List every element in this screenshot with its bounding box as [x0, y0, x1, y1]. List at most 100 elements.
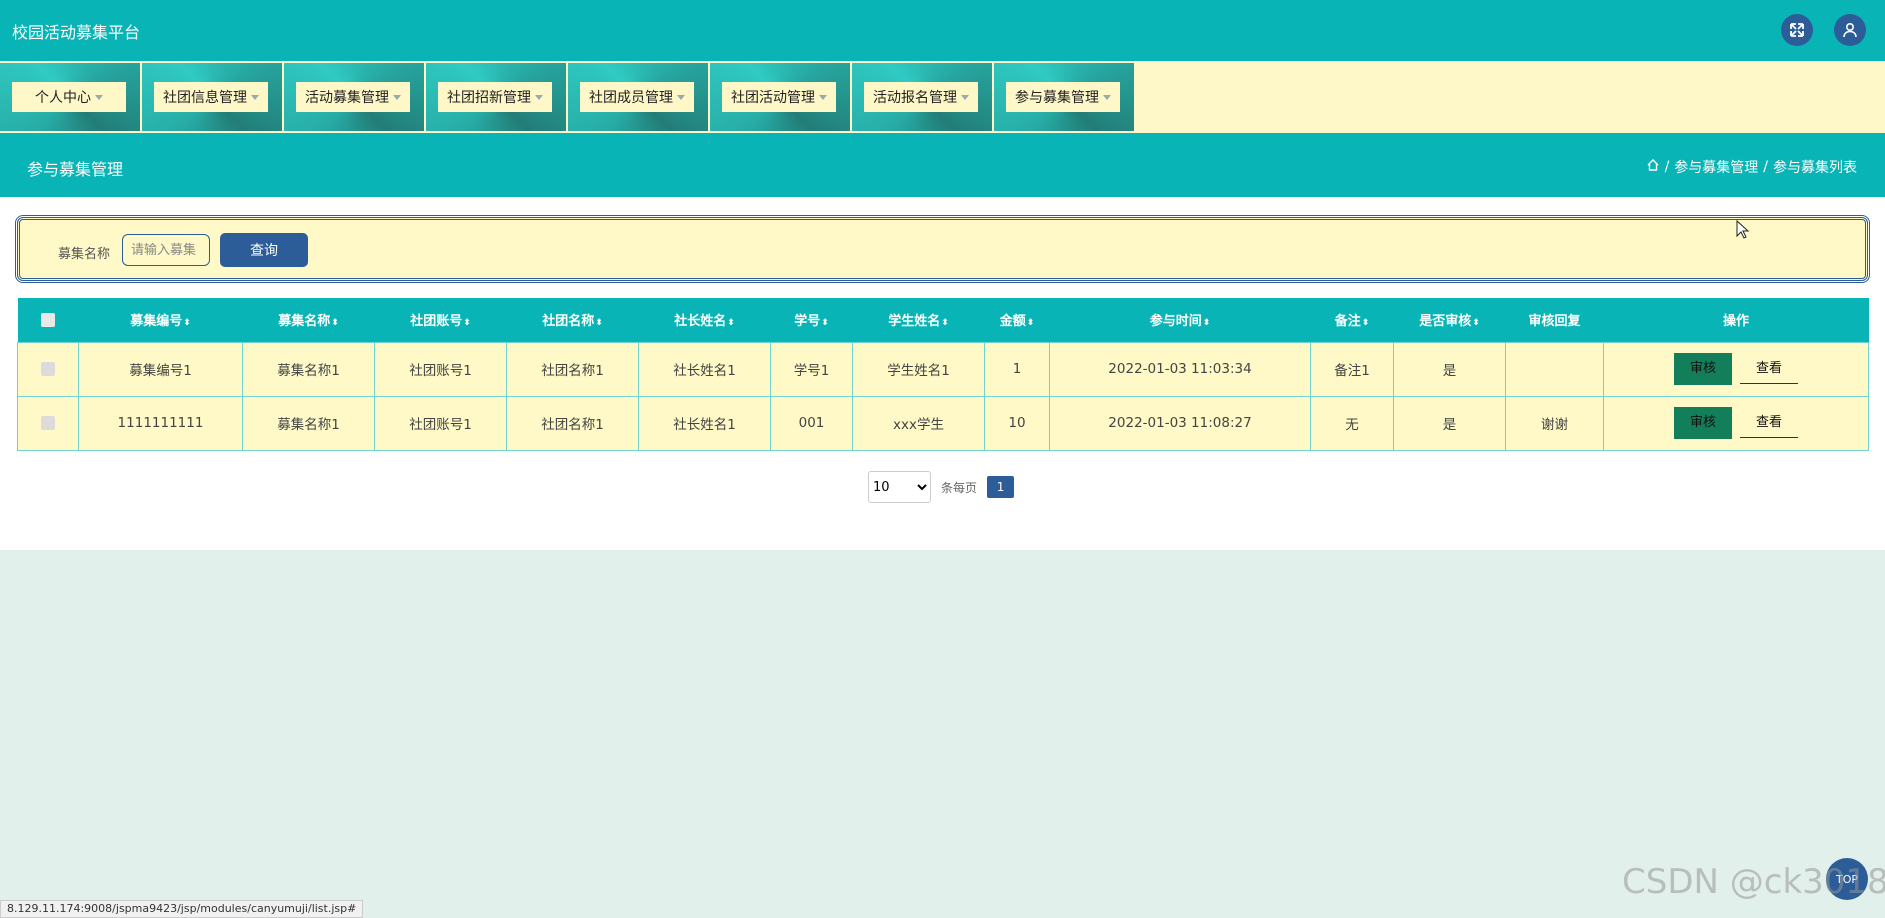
sort-icon: ⬍	[821, 318, 829, 329]
nav-item-club-activities[interactable]: 社团活动管理	[710, 63, 850, 131]
caret-down-icon	[1103, 94, 1111, 100]
nav-item-activity-fundraising[interactable]: 活动募集管理	[284, 63, 424, 131]
cell: 社团账号1	[374, 395, 507, 451]
cell: 备注1	[1310, 341, 1394, 397]
column-header[interactable]: 社长姓名⬍	[639, 298, 771, 342]
cell: xxx学生	[852, 395, 985, 451]
cell: 募集名称1	[242, 341, 375, 397]
view-button[interactable]: 查看	[1740, 354, 1798, 384]
cell: 10	[984, 395, 1050, 451]
sort-icon: ⬍	[727, 318, 735, 329]
nav-item-personal-center[interactable]: 个人中心	[0, 63, 140, 131]
cell: 是	[1393, 341, 1506, 397]
pagination: 10 条每页 1	[868, 471, 1015, 503]
cell: 学生姓名1	[852, 341, 985, 397]
sort-icon: ⬍	[1026, 318, 1035, 329]
caret-down-icon	[95, 94, 103, 100]
table-row: 募集编号1 募集名称1 社团账号1 社团名称1 社长姓名1 学号1 学生姓名1 …	[17, 341, 1869, 397]
actions-cell: 审核 查看	[1603, 341, 1869, 397]
page-size-select[interactable]: 10	[868, 471, 931, 503]
page-number[interactable]: 1	[987, 476, 1015, 498]
nav-label: 社团成员管理	[589, 90, 673, 106]
caret-down-icon	[961, 94, 969, 100]
breadcrumb-separator: /	[1763, 159, 1768, 175]
breadcrumb-section[interactable]: 参与募集管理	[1674, 157, 1758, 177]
cell	[1505, 341, 1604, 397]
nav-item-club-recruit[interactable]: 社团招新管理	[426, 63, 566, 131]
nav-item-club-info[interactable]: 社团信息管理	[142, 63, 282, 131]
column-header[interactable]: 学号⬍	[771, 298, 853, 342]
column-header: 操作	[1722, 314, 1749, 330]
cell: 1111111111	[78, 395, 243, 451]
sort-icon: ⬍	[331, 318, 339, 329]
nav-label: 个人中心	[35, 90, 91, 106]
column-header[interactable]: 募集名称⬍	[243, 298, 375, 342]
row-checkbox[interactable]	[41, 362, 55, 376]
page-header: 参与募集管理 / 参与募集管理 / 参与募集列表	[0, 133, 1885, 197]
caret-down-icon	[677, 94, 685, 100]
nav-label: 社团招新管理	[447, 90, 531, 106]
mouse-cursor-icon	[1736, 219, 1750, 244]
column-header[interactable]: 备注⬍	[1311, 298, 1394, 342]
nav-item-fundraising-participation[interactable]: 参与募集管理	[994, 63, 1134, 131]
caret-down-icon	[535, 94, 543, 100]
breadcrumb-separator: /	[1664, 159, 1670, 175]
caret-down-icon	[819, 94, 827, 100]
top-header: 校园活动募集平台	[0, 0, 1885, 61]
sort-icon: ⬍	[183, 318, 191, 329]
fullscreen-icon[interactable]	[1781, 14, 1813, 46]
nav-label: 参与募集管理	[1015, 90, 1099, 106]
caret-down-icon	[251, 94, 259, 100]
search-input[interactable]	[122, 234, 210, 266]
nav-label: 活动报名管理	[873, 90, 957, 106]
nav-item-club-members[interactable]: 社团成员管理	[568, 63, 708, 131]
nav-label: 社团信息管理	[163, 90, 247, 106]
content-panel: 募集名称 查询 募集编号⬍ 募集名称⬍ 社团账号⬍ 社团名称⬍ 社长姓名⬍ 学号…	[0, 197, 1885, 550]
view-button[interactable]: 查看	[1740, 408, 1798, 438]
actions-cell: 审核 查看	[1603, 395, 1869, 451]
column-header[interactable]: 金额⬍	[985, 298, 1050, 342]
caret-down-icon	[393, 94, 401, 100]
cell: 社团账号1	[374, 341, 507, 397]
page-title: 参与募集管理	[27, 160, 124, 179]
cell: 2022-01-03 11:08:27	[1049, 395, 1311, 451]
cell: 社团名称1	[506, 395, 639, 451]
audit-button[interactable]: 审核	[1674, 407, 1732, 439]
table-header-row: 募集编号⬍ 募集名称⬍ 社团账号⬍ 社团名称⬍ 社长姓名⬍ 学号⬍ 学生姓名⬍ …	[17, 298, 1869, 342]
cell: 社长姓名1	[638, 395, 771, 451]
cell: 社团名称1	[506, 341, 639, 397]
sort-icon: ⬍	[1472, 318, 1480, 329]
column-header[interactable]: 社团账号⬍	[375, 298, 507, 342]
select-all-checkbox[interactable]	[41, 312, 55, 327]
status-url: 8.129.11.174:9008/jspma9423/jsp/modules/…	[0, 900, 364, 918]
cell: 无	[1310, 395, 1394, 451]
nav-label: 活动募集管理	[305, 90, 389, 106]
sort-icon: ⬍	[1202, 318, 1211, 329]
column-header[interactable]: 募集编号⬍	[79, 298, 243, 342]
cell: 谢谢	[1505, 395, 1604, 451]
column-header[interactable]: 学生姓名⬍	[853, 298, 985, 342]
search-form: 募集名称 查询	[15, 215, 1870, 283]
cell: 学号1	[770, 341, 853, 397]
per-page-label: 条每页	[941, 480, 978, 495]
nav-label: 社团活动管理	[731, 90, 815, 106]
search-button[interactable]: 查询	[220, 233, 308, 267]
column-header[interactable]: 参与时间⬍	[1050, 298, 1311, 342]
user-icon[interactable]	[1834, 14, 1866, 46]
cell: 募集编号1	[78, 341, 243, 397]
audit-button[interactable]: 审核	[1674, 353, 1732, 385]
cell: 001	[770, 395, 853, 451]
row-checkbox[interactable]	[41, 416, 55, 430]
sort-icon: ⬍	[595, 318, 603, 329]
cell: 募集名称1	[242, 395, 375, 451]
nav-item-activity-signup[interactable]: 活动报名管理	[852, 63, 992, 131]
sort-icon: ⬍	[1361, 318, 1370, 329]
app-title: 校园活动募集平台	[12, 23, 141, 42]
cell: 是	[1393, 395, 1506, 451]
column-header[interactable]: 是否审核⬍	[1394, 298, 1506, 342]
main-nav: 个人中心 社团信息管理 活动募集管理 社团招新管理 社团成员管理 社团活动管理 …	[0, 61, 1885, 133]
column-header[interactable]: 社团名称⬍	[507, 298, 639, 342]
home-icon[interactable]	[1646, 158, 1660, 176]
column-header: 审核回复	[1528, 314, 1581, 330]
breadcrumb-current: 参与募集列表	[1773, 160, 1857, 176]
